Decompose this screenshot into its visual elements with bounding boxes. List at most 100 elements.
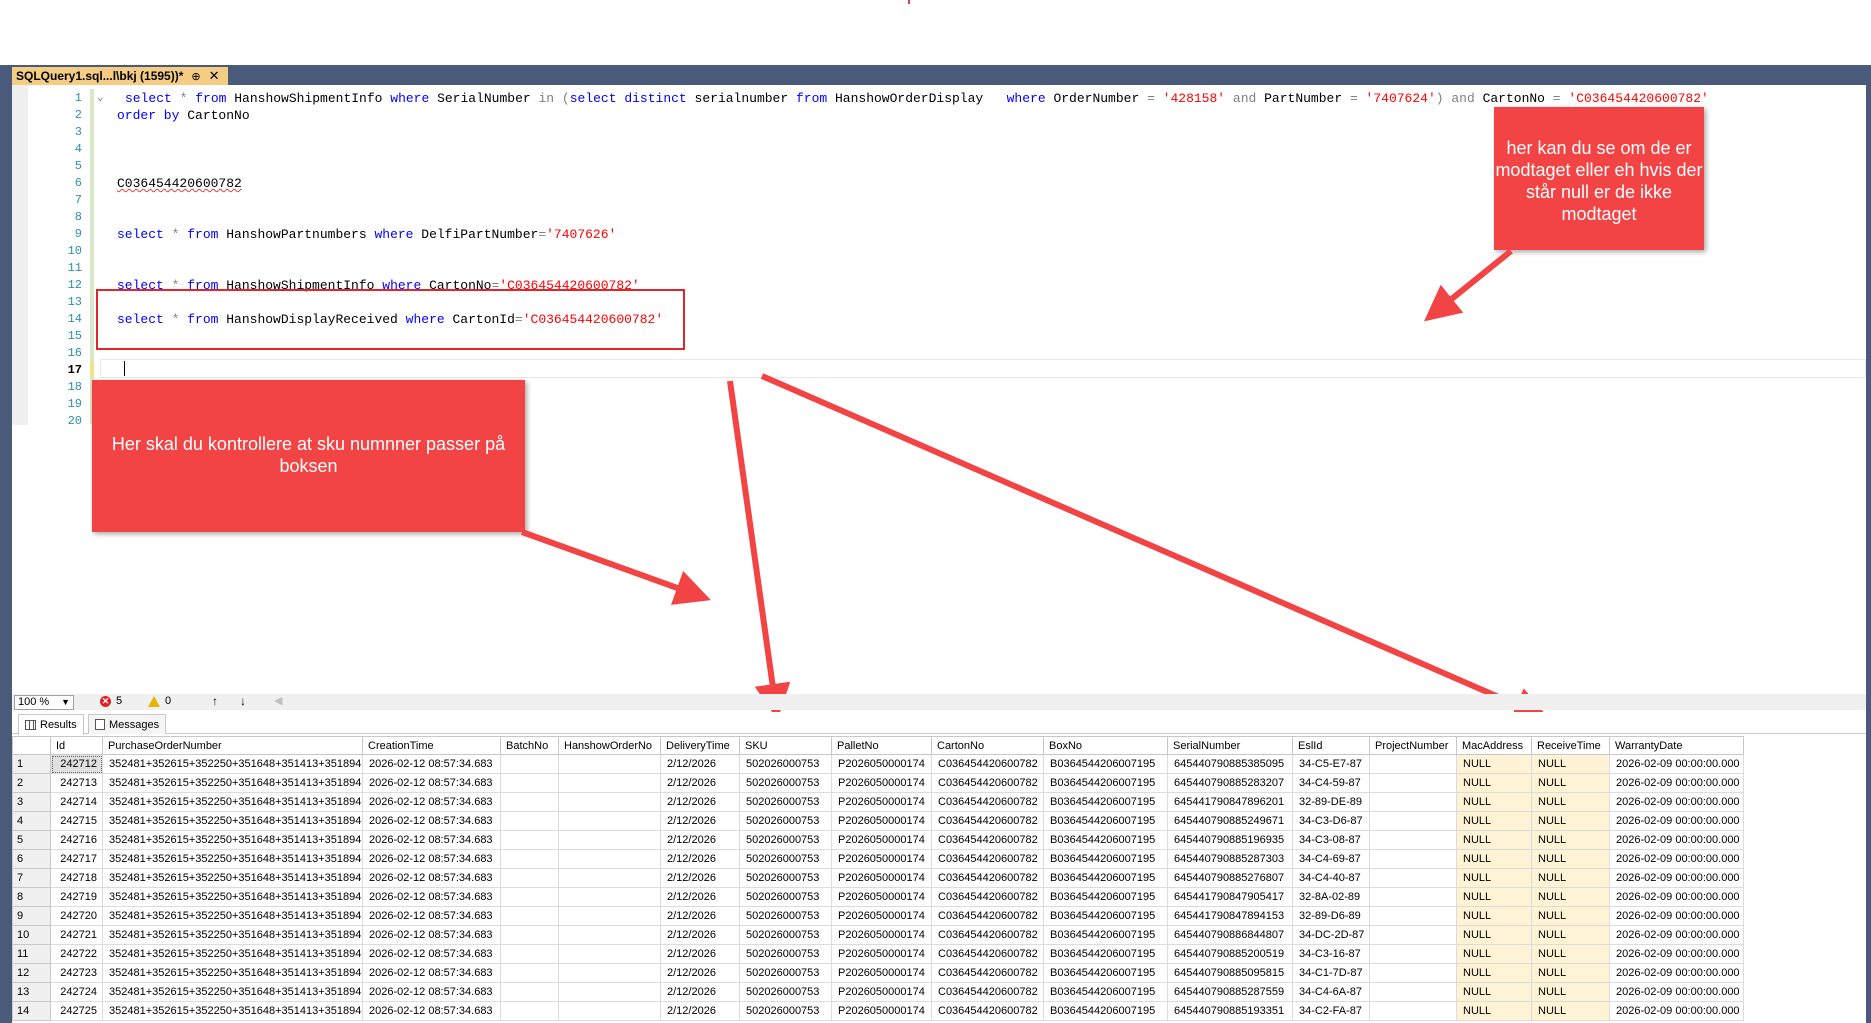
- arrow-down-icon[interactable]: ↓: [240, 694, 246, 708]
- table-cell[interactable]: 2026-02-09 00:00:00.000: [1609, 906, 1744, 926]
- row-number[interactable]: 8: [12, 887, 51, 907]
- table-cell[interactable]: B0364544206007195: [1043, 887, 1168, 907]
- table-row[interactable]: 3 242714 352481+352615+352250+351648+35141…: [12, 792, 1744, 812]
- table-cell[interactable]: [558, 849, 661, 869]
- table-cell[interactable]: [558, 792, 661, 812]
- table-cell[interactable]: 2026-02-12 08:57:34.683: [362, 963, 501, 983]
- fold-icon[interactable]: ⌄: [97, 90, 104, 107]
- table-cell[interactable]: C036454420600782: [931, 925, 1044, 945]
- table-cell[interactable]: 2/12/2026: [660, 868, 740, 888]
- table-cell[interactable]: 2026-02-09 00:00:00.000: [1609, 982, 1744, 1002]
- table-cell[interactable]: 645441790847905417: [1167, 887, 1293, 907]
- table-cell[interactable]: 2026-02-12 08:57:34.683: [362, 982, 501, 1002]
- table-cell[interactable]: C036454420600782: [931, 944, 1044, 964]
- table-cell[interactable]: [558, 754, 661, 774]
- table-cell[interactable]: 2026-02-09 00:00:00.000: [1609, 811, 1744, 831]
- table-cell[interactable]: 645441790847894153: [1167, 906, 1293, 926]
- table-cell[interactable]: P2026050000174: [831, 1001, 932, 1021]
- table-cell[interactable]: P2026050000174: [831, 849, 932, 869]
- table-cell[interactable]: 645441790847896201: [1167, 792, 1293, 812]
- table-cell[interactable]: NULL: [1456, 849, 1532, 869]
- table-cell[interactable]: 2/12/2026: [660, 754, 740, 774]
- table-row[interactable]: 5 242716 352481+352615+352250+351648+35141…: [12, 830, 1744, 850]
- table-cell[interactable]: C036454420600782: [931, 963, 1044, 983]
- table-cell[interactable]: B0364544206007195: [1043, 982, 1168, 1002]
- table-cell[interactable]: 2026-02-12 08:57:34.683: [362, 830, 501, 850]
- table-cell[interactable]: B0364544206007195: [1043, 868, 1168, 888]
- table-cell[interactable]: [500, 830, 559, 850]
- table-cell[interactable]: 34-C1-7D-87: [1292, 963, 1370, 983]
- column-header[interactable]: SKU: [739, 736, 832, 755]
- table-cell[interactable]: 502026000753: [739, 925, 832, 945]
- table-cell[interactable]: NULL: [1456, 925, 1532, 945]
- pin-icon[interactable]: ⊕: [191, 70, 200, 83]
- table-cell[interactable]: [1369, 773, 1457, 793]
- table-cell[interactable]: B0364544206007195: [1043, 925, 1168, 945]
- table-cell[interactable]: C036454420600782: [931, 1001, 1044, 1021]
- table-cell[interactable]: 352481+352615+352250+351648+351413+35189…: [102, 925, 363, 945]
- row-number[interactable]: 2: [12, 773, 51, 793]
- row-number[interactable]: 11: [12, 944, 51, 964]
- column-header[interactable]: BoxNo: [1043, 736, 1168, 755]
- column-header[interactable]: PalletNo: [831, 736, 932, 755]
- table-cell[interactable]: [558, 906, 661, 926]
- table-cell[interactable]: [1369, 982, 1457, 1002]
- row-number[interactable]: 9: [12, 906, 51, 926]
- table-cell[interactable]: 2026-02-09 00:00:00.000: [1609, 773, 1744, 793]
- table-cell[interactable]: 645440790885196935: [1167, 830, 1293, 850]
- table-row[interactable]: 8 242719 352481+352615+352250+351648+35141…: [12, 887, 1744, 907]
- table-cell[interactable]: 2026-02-09 00:00:00.000: [1609, 1001, 1744, 1021]
- table-cell[interactable]: NULL: [1456, 830, 1532, 850]
- table-cell[interactable]: [1369, 792, 1457, 812]
- code-line[interactable]: 17: [12, 362, 1812, 379]
- column-header[interactable]: MacAddress: [1456, 736, 1532, 755]
- table-cell[interactable]: NULL: [1531, 792, 1610, 812]
- table-cell[interactable]: 2026-02-09 00:00:00.000: [1609, 849, 1744, 869]
- table-cell[interactable]: 352481+352615+352250+351648+351413+35189…: [102, 982, 363, 1002]
- table-cell[interactable]: 2026-02-09 00:00:00.000: [1609, 754, 1744, 774]
- row-number[interactable]: 7: [12, 868, 51, 888]
- table-cell[interactable]: [558, 1001, 661, 1021]
- table-cell[interactable]: 2/12/2026: [660, 982, 740, 1002]
- table-cell[interactable]: 502026000753: [739, 1001, 832, 1021]
- table-cell[interactable]: NULL: [1531, 811, 1610, 831]
- table-cell[interactable]: [500, 925, 559, 945]
- table-cell[interactable]: 2/12/2026: [660, 849, 740, 869]
- table-cell[interactable]: 645440790885200519: [1167, 944, 1293, 964]
- table-cell[interactable]: P2026050000174: [831, 792, 932, 812]
- table-cell[interactable]: [500, 811, 559, 831]
- table-cell[interactable]: [558, 925, 661, 945]
- table-cell[interactable]: 645440790885095815: [1167, 963, 1293, 983]
- row-number[interactable]: 6: [12, 849, 51, 869]
- table-cell[interactable]: 242713: [50, 773, 103, 793]
- table-cell[interactable]: 34-C4-69-87: [1292, 849, 1370, 869]
- table-cell[interactable]: B0364544206007195: [1043, 849, 1168, 869]
- table-cell[interactable]: [558, 963, 661, 983]
- table-cell[interactable]: NULL: [1531, 944, 1610, 964]
- table-cell[interactable]: B0364544206007195: [1043, 830, 1168, 850]
- table-cell[interactable]: 2026-02-12 08:57:34.683: [362, 906, 501, 926]
- table-cell[interactable]: NULL: [1531, 887, 1610, 907]
- table-cell[interactable]: 2026-02-09 00:00:00.000: [1609, 830, 1744, 850]
- table-cell[interactable]: 2026-02-12 08:57:34.683: [362, 792, 501, 812]
- table-cell[interactable]: 242715: [50, 811, 103, 831]
- table-cell[interactable]: 34-C4-40-87: [1292, 868, 1370, 888]
- table-cell[interactable]: 352481+352615+352250+351648+351413+35189…: [102, 830, 363, 850]
- table-cell[interactable]: 2/12/2026: [660, 925, 740, 945]
- table-cell[interactable]: 2026-02-09 00:00:00.000: [1609, 792, 1744, 812]
- table-cell[interactable]: 502026000753: [739, 754, 832, 774]
- row-number[interactable]: 12: [12, 963, 51, 983]
- table-cell[interactable]: 502026000753: [739, 811, 832, 831]
- table-row[interactable]: 7 242718 352481+352615+352250+351648+35141…: [12, 868, 1744, 888]
- column-header[interactable]: DeliveryTime: [660, 736, 740, 755]
- table-cell[interactable]: 645440790885276807: [1167, 868, 1293, 888]
- table-cell[interactable]: 32-89-DE-89: [1292, 792, 1370, 812]
- table-cell[interactable]: 2026-02-09 00:00:00.000: [1609, 868, 1744, 888]
- table-cell[interactable]: C036454420600782: [931, 849, 1044, 869]
- table-cell[interactable]: [500, 963, 559, 983]
- table-cell[interactable]: [558, 830, 661, 850]
- table-cell[interactable]: B0364544206007195: [1043, 944, 1168, 964]
- table-row[interactable]: 11 242722 352481+352615+352250+351648+3514…: [12, 944, 1744, 964]
- table-cell[interactable]: 242722: [50, 944, 103, 964]
- table-cell[interactable]: 32-89-D6-89: [1292, 906, 1370, 926]
